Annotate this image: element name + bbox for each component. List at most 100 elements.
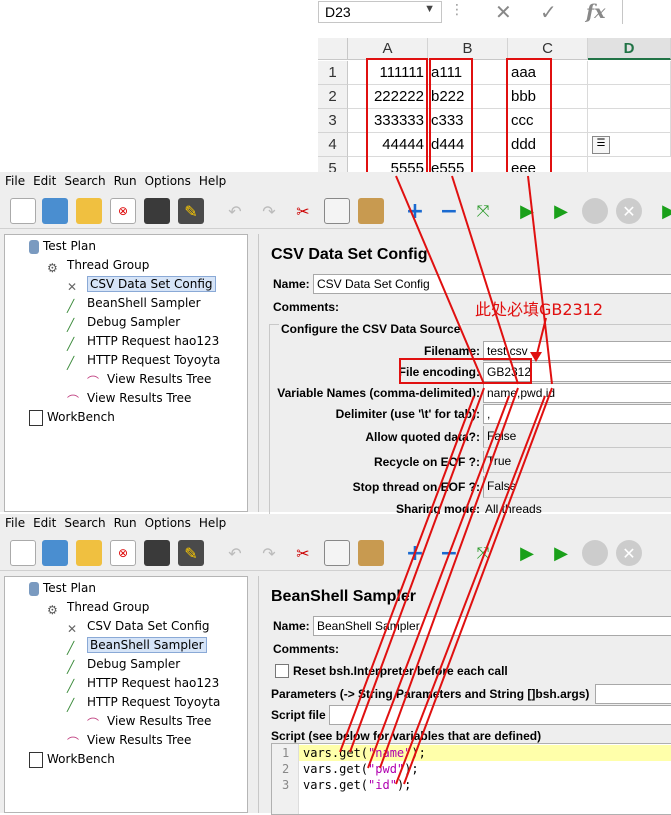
recycle-eof-select[interactable]: True	[483, 451, 671, 473]
stop-icon[interactable]	[582, 198, 608, 224]
stop-icon[interactable]	[582, 540, 608, 566]
column-header-c[interactable]: C	[508, 38, 588, 60]
menu-search[interactable]: Search	[59, 514, 108, 530]
menu-edit[interactable]: Edit	[28, 172, 59, 188]
tree-item-test-plan[interactable]: Test Plan	[29, 237, 96, 255]
menu-help[interactable]: Help	[194, 172, 229, 188]
name-input[interactable]: CSV Data Set Config	[313, 274, 671, 294]
close-icon[interactable]: ⊗	[110, 540, 136, 566]
open-icon[interactable]	[76, 540, 102, 566]
save-as-icon[interactable]: ✎	[178, 198, 204, 224]
tree-item-csv-data-set-config[interactable]: ✕ CSV Data Set Config	[67, 617, 210, 636]
start-no-pauses-icon[interactable]: ▶	[548, 198, 574, 224]
start-icon[interactable]: ▶	[514, 540, 540, 566]
tree-item-test-plan[interactable]: Test Plan	[29, 579, 96, 597]
tree-item-view-results-tree-child[interactable]: ⌒ View Results Tree	[87, 370, 211, 389]
paste-icon[interactable]	[358, 540, 384, 566]
menu-help[interactable]: Help	[194, 514, 229, 530]
name-input[interactable]: BeanShell Sampler	[313, 616, 671, 636]
row-header[interactable]: 1	[318, 61, 348, 85]
start-no-pauses-icon[interactable]: ▶	[548, 540, 574, 566]
tree-item-http-request-toyoyta[interactable]: ╱ HTTP Request Toyoyta	[67, 693, 220, 712]
cell-d1[interactable]	[588, 61, 671, 85]
cancel-icon[interactable]: ✕	[495, 0, 512, 24]
tree-item-workbench[interactable]: WorkBench	[29, 750, 115, 768]
parameters-input[interactable]	[595, 684, 671, 704]
allow-quoted-select[interactable]: False	[483, 426, 671, 448]
column-header-d[interactable]: D	[588, 38, 671, 60]
copy-icon[interactable]	[324, 198, 350, 224]
chevron-down-icon[interactable]: ▼	[424, 3, 435, 15]
quick-analysis-icon[interactable]: ☰	[592, 136, 610, 154]
script-editor[interactable]: 1 2 3 vars.get("name"); vars.get("pwd");…	[271, 743, 671, 815]
templates-icon[interactable]	[42, 198, 68, 224]
undo-icon[interactable]: ↶	[222, 540, 248, 566]
reset-checkbox[interactable]	[275, 664, 289, 678]
menu-options[interactable]: Options	[140, 514, 194, 530]
toggle-icon[interactable]: ⤧	[470, 540, 496, 566]
paste-icon[interactable]	[358, 198, 384, 224]
tree-item-thread-group[interactable]: ⚙ Thread Group	[47, 598, 149, 617]
collapse-icon[interactable]: −	[436, 540, 462, 566]
tree-item-view-results-tree[interactable]: ⌒ View Results Tree	[67, 731, 191, 750]
tree-item-view-results-tree-child[interactable]: ⌒ View Results Tree	[87, 712, 211, 731]
expand-icon[interactable]: +	[402, 540, 428, 566]
cell-d3[interactable]	[588, 109, 671, 133]
stop-thread-select[interactable]: False	[483, 476, 671, 498]
tree-item-http-request-hao123[interactable]: ╱ HTTP Request hao123	[67, 674, 219, 693]
menu-run[interactable]: Run	[109, 172, 140, 188]
menu-run[interactable]: Run	[109, 514, 140, 530]
row-header[interactable]: 4	[318, 133, 348, 157]
tree-item-workbench[interactable]: WorkBench	[29, 408, 115, 426]
cut-icon[interactable]: ✂	[290, 198, 316, 224]
script-file-input[interactable]	[329, 705, 671, 725]
toggle-icon[interactable]: ⤧	[470, 198, 496, 224]
menu-search[interactable]: Search	[59, 172, 108, 188]
new-icon[interactable]	[10, 540, 36, 566]
cut-icon[interactable]: ✂	[290, 540, 316, 566]
open-icon[interactable]	[76, 198, 102, 224]
close-icon[interactable]: ⊗	[110, 198, 136, 224]
tree-item-http-request-toyoyta[interactable]: ╱ HTTP Request Toyoyta	[67, 351, 220, 370]
insert-function-icon[interactable]: fx	[586, 1, 606, 23]
remote-start-icon[interactable]: ▶	[656, 198, 671, 224]
cell-d2[interactable]	[588, 85, 671, 109]
column-header-a[interactable]: A	[348, 38, 428, 60]
enter-icon[interactable]: ✓	[540, 0, 557, 24]
menu-file[interactable]: File	[0, 172, 28, 188]
collapse-icon[interactable]: −	[436, 198, 462, 224]
start-icon[interactable]: ▶	[514, 198, 540, 224]
row-header[interactable]: 2	[318, 85, 348, 109]
save-icon[interactable]	[144, 540, 170, 566]
name-box[interactable]: D23 ▼	[318, 1, 442, 23]
delimiter-input[interactable]: ,	[483, 404, 671, 424]
menu-edit[interactable]: Edit	[28, 514, 59, 530]
tree-item-view-results-tree[interactable]: ⌒ View Results Tree	[67, 389, 191, 408]
select-all-corner[interactable]	[318, 38, 348, 60]
variable-names-input[interactable]: name,pwd,id	[483, 383, 671, 403]
undo-icon[interactable]: ↶	[222, 198, 248, 224]
menu-file[interactable]: File	[0, 514, 28, 530]
tree-item-thread-group[interactable]: ⚙ Thread Group	[47, 256, 149, 275]
redo-icon[interactable]: ↷	[256, 540, 282, 566]
row-header[interactable]: 3	[318, 109, 348, 133]
tree-item-beanshell-sampler[interactable]: ╱ BeanShell Sampler	[67, 636, 207, 655]
menu-options[interactable]: Options	[140, 172, 194, 188]
copy-icon[interactable]	[324, 540, 350, 566]
save-icon[interactable]	[144, 198, 170, 224]
tree-item-http-request-hao123[interactable]: ╱ HTTP Request hao123	[67, 332, 219, 351]
templates-icon[interactable]	[42, 540, 68, 566]
column-header-b[interactable]: B	[428, 38, 508, 60]
tree-item-csv-data-set-config[interactable]: ✕ CSV Data Set Config	[67, 275, 216, 294]
tree-item-debug-sampler[interactable]: ╱ Debug Sampler	[67, 655, 180, 674]
save-as-icon[interactable]: ✎	[178, 540, 204, 566]
cell-d4[interactable]: ☰	[588, 133, 671, 157]
formula-input[interactable]	[622, 0, 671, 24]
shutdown-icon[interactable]: ✕	[616, 540, 642, 566]
new-icon[interactable]	[10, 198, 36, 224]
expand-icon[interactable]: +	[402, 198, 428, 224]
shutdown-icon[interactable]: ✕	[616, 198, 642, 224]
tree-item-beanshell-sampler[interactable]: ╱ BeanShell Sampler	[67, 294, 201, 313]
tree-item-debug-sampler[interactable]: ╱ Debug Sampler	[67, 313, 180, 332]
redo-icon[interactable]: ↷	[256, 198, 282, 224]
